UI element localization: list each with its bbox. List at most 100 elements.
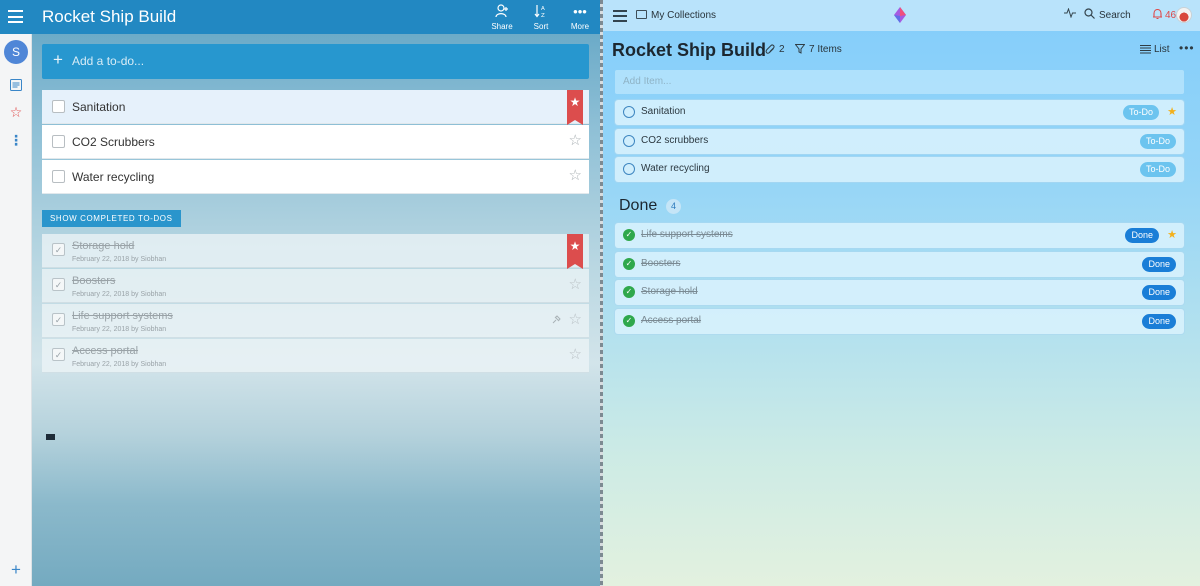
inbox-list-icon[interactable] [0, 78, 32, 94]
more-label: More [570, 22, 590, 31]
todo-checkbox[interactable] [52, 135, 65, 148]
sort-label: Sort [533, 22, 549, 31]
notification-count: 46 [1165, 10, 1177, 21]
todo-checkbox[interactable] [52, 170, 65, 183]
item-label: Access portal [641, 315, 702, 326]
list-item[interactable]: ✓ Boosters Done [615, 252, 1184, 277]
star-outline-icon[interactable]: ☆ [569, 312, 582, 328]
status-badge[interactable]: To-Do [1139, 134, 1176, 149]
star-filled-icon[interactable]: ★ [1167, 105, 1177, 118]
more-lists-icon[interactable]: ⋮ [0, 132, 32, 149]
completed-checkbox[interactable]: ✓ [52, 243, 65, 256]
notification-bell-icon[interactable] [1152, 8, 1163, 23]
todo-checkbox[interactable] [52, 100, 65, 113]
completed-todo-row[interactable]: ✓ Life support systems February 22, 2018… [42, 304, 589, 338]
hamburger-menu-icon[interactable] [613, 10, 627, 22]
list-item[interactable]: ✓ Access portal Done [615, 309, 1184, 334]
user-avatar[interactable] [1176, 7, 1192, 23]
add-item-input[interactable]: Add Item... [615, 70, 1184, 94]
add-todo-input[interactable]: + Add a to-do... [42, 44, 589, 79]
completed-checkbox[interactable]: ✓ [52, 348, 65, 361]
completed-todo-row[interactable]: ✓ Access portal February 22, 2018 by Sio… [42, 339, 589, 373]
sort-button[interactable]: AZ Sort [524, 4, 558, 31]
left-app-window: Rocket Ship Build Share AZ Sort ••• More… [0, 0, 600, 586]
status-badge[interactable]: Done [1142, 314, 1176, 329]
check-circle-icon[interactable]: ✓ [623, 258, 635, 270]
done-section-header: Done [619, 197, 658, 214]
add-todo-placeholder: Add a to-do... [72, 54, 145, 68]
attachment-clip-icon[interactable] [765, 44, 776, 58]
starred-ribbon-icon[interactable]: ★ [567, 90, 583, 125]
show-completed-button[interactable]: SHOW COMPLETED TO-DOS [42, 210, 181, 227]
completed-checkbox[interactable]: ✓ [52, 313, 65, 326]
filter-icon[interactable] [794, 44, 806, 57]
todo-row[interactable]: Sanitation ★ [42, 90, 589, 125]
status-circle-icon[interactable] [623, 106, 635, 118]
view-mode-label[interactable]: List [1154, 44, 1170, 55]
right-app-window: My Collections Search 46 Rocket Ship Bui… [603, 0, 1200, 586]
list-item[interactable]: CO2 scrubbers To-Do [615, 129, 1184, 154]
status-circle-icon[interactable] [623, 163, 635, 175]
hamburger-menu-icon[interactable] [8, 10, 23, 23]
status-badge[interactable]: To-Do [1122, 105, 1159, 120]
todo-row[interactable]: CO2 Scrubbers ☆ [42, 125, 589, 159]
status-circle-icon[interactable] [623, 135, 635, 147]
completed-checkbox[interactable]: ✓ [52, 278, 65, 291]
activity-pulse-icon[interactable] [1064, 7, 1076, 21]
sort-az-icon: AZ [524, 4, 558, 20]
completed-todo-row[interactable]: ✓ Storage hold February 22, 2018 by Siob… [42, 234, 589, 269]
pin-icon[interactable] [552, 315, 561, 327]
starred-ribbon-icon[interactable]: ★ [567, 234, 583, 269]
star-filled-icon[interactable]: ★ [1167, 228, 1177, 241]
completed-todo-meta: February 22, 2018 by Siobhan [72, 256, 167, 263]
plus-icon: + [53, 50, 63, 69]
search-icon[interactable] [1084, 8, 1095, 22]
list-item[interactable]: Sanitation To-Do ★ [615, 100, 1184, 125]
completed-todo-label: Boosters [72, 275, 116, 287]
todo-content-area: + Add a to-do... Sanitation ★ CO2 Scrubb… [32, 34, 600, 586]
completed-todo-label: Access portal [72, 345, 139, 357]
create-list-plus-icon[interactable]: + [0, 560, 32, 580]
list-item[interactable]: ✓ Storage hold Done [615, 280, 1184, 305]
user-avatar[interactable]: S [4, 40, 28, 64]
item-label: Sanitation [641, 106, 686, 117]
star-outline-icon[interactable]: ☆ [569, 133, 582, 149]
star-outline-icon[interactable]: ☆ [569, 168, 582, 184]
star-outline-icon[interactable]: ☆ [569, 347, 582, 363]
more-button[interactable]: ••• More [563, 4, 597, 31]
completed-todo-meta: February 22, 2018 by Siobhan [72, 361, 167, 368]
starred-list-icon[interactable]: ☆ [0, 104, 32, 121]
share-label: Share [491, 22, 513, 31]
status-badge[interactable]: Done [1125, 228, 1159, 243]
check-circle-icon[interactable]: ✓ [623, 286, 635, 298]
status-badge[interactable]: Done [1142, 257, 1176, 272]
completed-todo-label: Storage hold [72, 240, 135, 252]
list-item[interactable]: Water recycling To-Do [615, 157, 1184, 182]
todo-label: Sanitation [72, 100, 126, 114]
add-item-placeholder: Add Item... [623, 76, 672, 87]
item-label: Storage hold [641, 286, 698, 297]
list-item[interactable]: ✓ Life support systems Done ★ [615, 223, 1184, 248]
search-label[interactable]: Search [1099, 10, 1131, 21]
completed-todo-row[interactable]: ✓ Boosters February 22, 2018 by Siobhan … [42, 269, 589, 303]
share-button[interactable]: Share [485, 4, 519, 31]
left-sidebar-rail: S ☆ ⋮ + [0, 34, 32, 586]
item-label: CO2 scrubbers [641, 135, 709, 146]
check-circle-icon[interactable]: ✓ [623, 229, 635, 241]
more-options-icon[interactable]: ••• [1179, 41, 1195, 55]
todo-row[interactable]: Water recycling ☆ [42, 160, 589, 194]
status-badge[interactable]: Done [1142, 285, 1176, 300]
list-view-icon[interactable] [1140, 44, 1151, 57]
completed-todo-meta: February 22, 2018 by Siobhan [72, 326, 167, 333]
background-boat-silhouette [46, 434, 55, 440]
status-badge[interactable]: To-Do [1139, 162, 1176, 177]
app-logo-icon [894, 7, 906, 23]
item-label: Boosters [641, 258, 681, 269]
folder-icon [636, 10, 647, 19]
done-count-badge: 4 [666, 199, 681, 214]
breadcrumb[interactable]: My Collections [651, 10, 716, 21]
check-circle-icon[interactable]: ✓ [623, 315, 635, 327]
page-title: Rocket Ship Build [612, 40, 767, 60]
svg-text:Z: Z [541, 13, 545, 18]
star-outline-icon[interactable]: ☆ [569, 277, 582, 293]
